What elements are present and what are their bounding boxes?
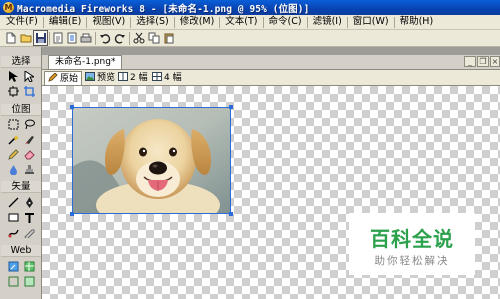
- menu-divider: [219, 16, 221, 28]
- show-slices-icon[interactable]: [22, 275, 36, 288]
- menu-view[interactable]: 视图(V): [89, 15, 128, 29]
- toolbar-divider: [49, 32, 50, 45]
- tools-section-web: Web: [1, 245, 41, 257]
- resize-handle-bottom-left[interactable]: [70, 212, 74, 216]
- pencil-icon: [48, 73, 58, 82]
- view-tabs: 原始 预览 2 幅 4 幅: [42, 69, 500, 86]
- minimize-button[interactable]: _: [464, 56, 476, 67]
- tools-section-select: 选择: [1, 56, 41, 68]
- resize-handle-top-left[interactable]: [70, 105, 74, 109]
- text-tool-icon[interactable]: [22, 211, 36, 224]
- two-up-icon: [118, 72, 128, 81]
- tab-original-label: 原始: [60, 74, 79, 84]
- brush-tool-icon[interactable]: [22, 133, 36, 146]
- tab-4-up-label: 4 幅: [164, 73, 182, 83]
- window-title: Macromedia Fireworks 8 - [未命名-1.png @ 95…: [17, 4, 310, 15]
- site-watermark: 百科全说 助你轻松解决: [349, 213, 475, 275]
- tab-2-up[interactable]: 2 幅: [115, 71, 151, 85]
- toolbar-divider: [129, 32, 130, 45]
- puppy-photo[interactable]: [72, 107, 231, 214]
- save-icon[interactable]: [35, 32, 47, 44]
- print-icon[interactable]: [80, 32, 92, 44]
- tab-original[interactable]: 原始: [44, 71, 83, 85]
- menu-window[interactable]: 窗口(W): [350, 15, 392, 29]
- import-icon[interactable]: [52, 32, 64, 44]
- close-button[interactable]: ×: [490, 56, 500, 67]
- magic-wand-tool-icon[interactable]: [6, 133, 20, 146]
- copy-icon[interactable]: [148, 32, 160, 44]
- menu-divider: [86, 16, 88, 28]
- subselection-tool-icon[interactable]: [22, 70, 36, 83]
- tab-preview-label: 预览: [97, 73, 116, 83]
- menu-divider: [42, 16, 44, 28]
- watermark-subtitle: 助你轻松解决: [374, 255, 450, 267]
- tab-4-up[interactable]: 4 幅: [149, 71, 185, 85]
- main-toolbar: [0, 30, 500, 47]
- title-bar: M Macromedia Fireworks 8 - [未命名-1.png @ …: [0, 0, 500, 15]
- menu-divider: [262, 16, 264, 28]
- menu-text[interactable]: 文本(T): [222, 15, 260, 29]
- tools-panel: 选择 位图 矢量 Web: [0, 47, 42, 299]
- preview-icon: [85, 72, 95, 81]
- resize-handle-top-right[interactable]: [229, 105, 233, 109]
- menu-select[interactable]: 选择(S): [133, 15, 171, 29]
- scale-tool-icon[interactable]: [6, 85, 20, 98]
- cut-icon[interactable]: [133, 32, 145, 44]
- menu-commands[interactable]: 命令(C): [266, 15, 305, 29]
- line-tool-icon[interactable]: [6, 196, 20, 209]
- rectangle-tool-icon[interactable]: [6, 211, 20, 224]
- pen-tool-icon[interactable]: [22, 196, 36, 209]
- tab-preview[interactable]: 预览: [82, 71, 118, 85]
- menu-file[interactable]: 文件(F): [3, 15, 41, 29]
- eraser-tool-icon[interactable]: [22, 148, 36, 161]
- restore-button[interactable]: ❐: [477, 56, 489, 67]
- four-up-icon: [152, 72, 162, 81]
- pencil-tool-icon[interactable]: [6, 148, 20, 161]
- marquee-tool-icon[interactable]: [6, 118, 20, 131]
- menu-edit[interactable]: 编辑(E): [46, 15, 84, 29]
- document-tab[interactable]: 未命名-1.png*: [48, 55, 123, 69]
- fireworks-app-window: M Macromedia Fireworks 8 - [未命名-1.png @ …: [0, 0, 500, 299]
- redo-icon[interactable]: [114, 32, 126, 44]
- toolbar-divider: [95, 32, 96, 45]
- tools-section-vector: 矢量: [1, 181, 41, 193]
- paste-icon[interactable]: [163, 32, 175, 44]
- pointer-tool-icon[interactable]: [6, 70, 20, 83]
- menu-modify[interactable]: 修改(M): [177, 15, 218, 29]
- open-file-icon[interactable]: [20, 32, 32, 44]
- freeform-tool-icon[interactable]: [6, 226, 20, 239]
- blur-tool-icon[interactable]: [6, 163, 20, 176]
- export-icon[interactable]: [66, 32, 78, 44]
- resize-handle-bottom-right[interactable]: [229, 212, 233, 216]
- hotspot-tool-icon[interactable]: [6, 260, 20, 273]
- menu-filters[interactable]: 滤镜(I): [310, 15, 345, 29]
- slice-tool-icon[interactable]: [22, 260, 36, 273]
- undo-icon[interactable]: [99, 32, 111, 44]
- watermark-title: 百科全说: [370, 227, 454, 251]
- fireworks-app-icon[interactable]: M: [3, 2, 14, 13]
- menu-divider: [393, 16, 395, 28]
- knife-tool-icon[interactable]: [22, 226, 36, 239]
- menu-bar: 文件(F) 编辑(E) 视图(V) 选择(S) 修改(M) 文本(T) 命令(C…: [0, 15, 500, 30]
- rubber-stamp-tool-icon[interactable]: [22, 163, 36, 176]
- hide-slices-icon[interactable]: [6, 275, 20, 288]
- tab-2-up-label: 2 幅: [130, 73, 148, 83]
- menu-divider: [306, 16, 308, 28]
- tools-section-bitmap: 位图: [1, 104, 41, 116]
- menu-divider: [130, 16, 132, 28]
- menu-divider: [173, 16, 175, 28]
- crop-tool-icon[interactable]: [22, 85, 36, 98]
- menu-divider: [346, 16, 348, 28]
- menu-help[interactable]: 帮助(H): [397, 15, 437, 29]
- new-file-icon[interactable]: [5, 32, 17, 44]
- lasso-tool-icon[interactable]: [22, 118, 36, 131]
